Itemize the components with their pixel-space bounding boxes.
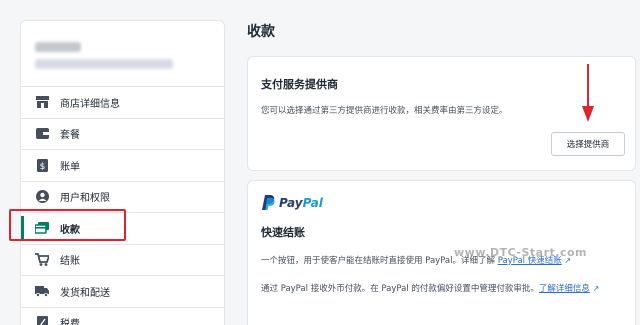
card-title: 支付服务提供商 xyxy=(261,78,338,91)
store-icon xyxy=(35,95,49,109)
sidebar-item-label: 税费 xyxy=(60,319,80,325)
plan-icon xyxy=(35,127,49,141)
svg-text:$: $ xyxy=(39,162,45,172)
sidebar-item-checkout[interactable]: 结账 xyxy=(21,245,224,276)
sidebar-item-billing[interactable]: $ 账单 xyxy=(21,150,224,182)
sidebar-item-label: 收款 xyxy=(60,224,80,236)
store-header xyxy=(21,21,224,87)
sidebar-item-label: 发货和配送 xyxy=(60,287,110,299)
cart-icon xyxy=(35,253,49,267)
paypal-icon xyxy=(262,195,275,210)
sidebar-item-plan[interactable]: 套餐 xyxy=(21,119,224,150)
page-title: 收款 xyxy=(247,24,275,40)
sidebar-item-taxes[interactable]: 税费 xyxy=(21,308,224,325)
sidebar-item-store-details[interactable]: 商店详细信息 xyxy=(21,87,224,119)
tax-icon xyxy=(35,316,49,325)
truck-icon xyxy=(35,284,49,298)
watermark: www.DTC-Start.com xyxy=(454,246,587,259)
payment-providers-card: 支付服务提供商 您可以选择通过第三方提供商进行收款，相关费率由第三方设定。 选择… xyxy=(247,56,636,171)
dollar-icon: $ xyxy=(35,158,49,172)
paypal-logo: PayPal xyxy=(262,195,323,210)
arrow-annotation-icon xyxy=(582,64,594,122)
store-url-redacted xyxy=(35,59,173,69)
sidebar-item-label: 结账 xyxy=(60,256,80,268)
sidebar-item-label: 套餐 xyxy=(60,130,80,142)
learn-more-link[interactable]: 了解详细信息 xyxy=(539,284,590,294)
sidebar-item-label: 用户和权限 xyxy=(60,193,110,205)
payments-icon xyxy=(35,221,49,235)
currency-description: 通过 PayPal 接收外币付款。在 PayPal 的付款偏好设置中管理付款审批… xyxy=(261,284,600,294)
sidebar-item-shipping[interactable]: 发货和配送 xyxy=(21,276,224,308)
express-checkout-title: 快速结账 xyxy=(261,226,305,239)
sidebar-item-label: 商店详细信息 xyxy=(60,98,120,110)
settings-sidebar: 商店详细信息 套餐 $ 账单 用户和权限 收款 结账 发货和配送 税费 xyxy=(20,20,225,325)
choose-provider-button[interactable]: 选择提供商 xyxy=(551,132,625,156)
user-icon xyxy=(35,190,49,204)
store-name-redacted xyxy=(35,42,81,52)
external-link-icon: ↗ xyxy=(592,284,600,293)
card-description: 您可以选择通过第三方提供商进行收款，相关费率由第三方设定。 xyxy=(261,106,508,116)
sidebar-item-label: 账单 xyxy=(60,161,80,173)
sidebar-item-payments[interactable]: 收款 xyxy=(21,213,224,245)
sidebar-item-users[interactable]: 用户和权限 xyxy=(21,182,224,213)
